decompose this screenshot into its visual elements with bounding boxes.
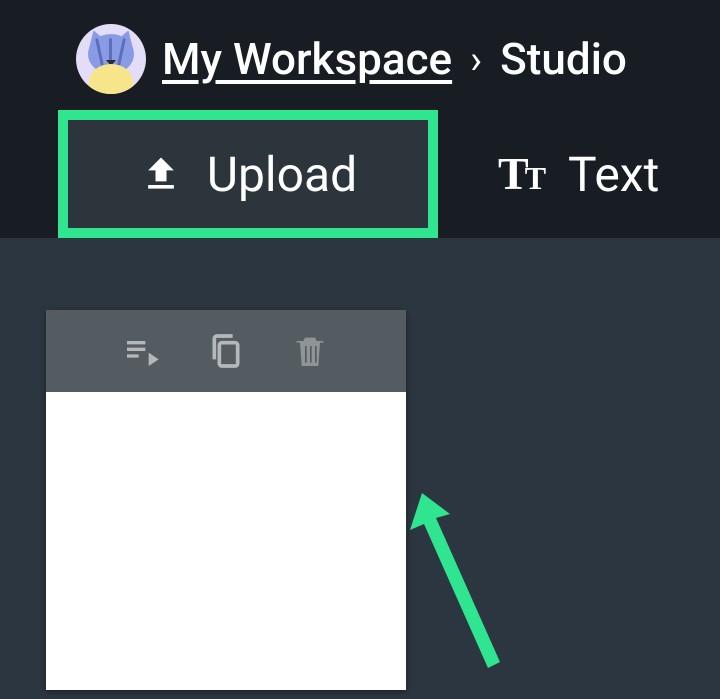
header-tabs: Upload TT Text [58, 110, 659, 238]
playlist-play-icon [122, 331, 162, 371]
playlist-play-button[interactable] [120, 329, 164, 373]
card-toolbar [46, 310, 406, 392]
copy-icon [206, 331, 246, 371]
copy-button[interactable] [204, 329, 248, 373]
card-body[interactable] [46, 392, 406, 690]
app-header: My Workspace › Studio Upload TT Text [0, 0, 720, 238]
workspace-avatar[interactable] [76, 24, 146, 94]
breadcrumb-separator: › [470, 36, 482, 83]
canvas-area [0, 238, 720, 699]
tab-upload-label: Upload [207, 146, 357, 203]
upload-icon [139, 152, 183, 196]
tab-upload[interactable]: Upload [68, 120, 428, 228]
tab-text[interactable]: TT Text [498, 146, 659, 203]
annotation-arrow-icon [400, 488, 540, 692]
tab-text-label: Text [568, 146, 659, 203]
breadcrumb: My Workspace › Studio [76, 24, 627, 94]
trash-icon [290, 331, 330, 371]
breadcrumb-workspace-link[interactable]: My Workspace [162, 33, 452, 85]
upload-tab-highlight: Upload [58, 110, 438, 238]
delete-button[interactable] [288, 329, 332, 373]
breadcrumb-current: Studio [500, 33, 627, 85]
content-card[interactable] [46, 310, 406, 690]
text-format-icon: TT [498, 151, 546, 197]
